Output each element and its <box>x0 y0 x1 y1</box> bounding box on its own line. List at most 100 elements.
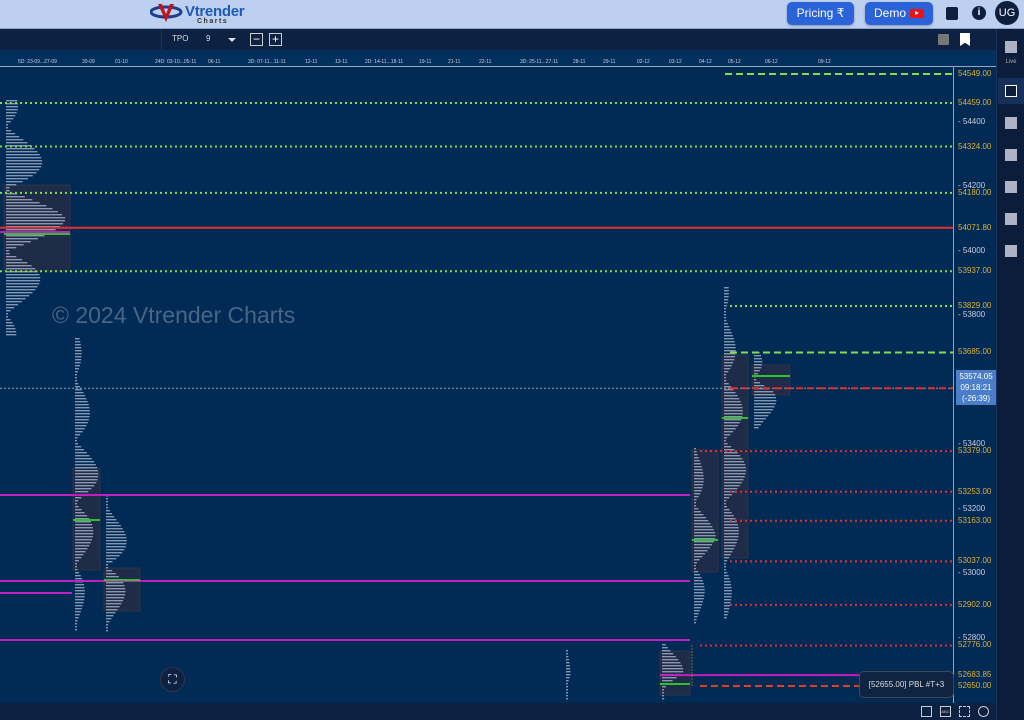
tpo-row <box>754 394 776 396</box>
tpo-row <box>106 609 118 611</box>
info-icon[interactable]: i <box>972 6 986 20</box>
tpo-row <box>75 521 91 523</box>
tpo-row <box>6 172 37 174</box>
tpo-row <box>6 256 17 258</box>
tpo-row <box>75 590 85 592</box>
tpo-row <box>694 460 700 462</box>
focus-icon[interactable]: ⛶ <box>160 667 185 692</box>
mode-value[interactable]: 9 <box>206 34 210 43</box>
tpo-row <box>694 535 716 537</box>
tpo-row <box>724 452 738 454</box>
tpo-row <box>75 578 83 580</box>
fullscreen-icon[interactable] <box>959 706 970 717</box>
logo-mark-icon <box>150 4 183 22</box>
date-label: 29-11 <box>603 59 616 65</box>
tpo-row <box>662 653 674 655</box>
tpo-row <box>6 316 8 318</box>
tpo-row <box>566 698 568 700</box>
chevron-down-icon[interactable] <box>228 38 236 42</box>
tpo-row <box>75 350 82 352</box>
grid-icon[interactable] <box>921 706 932 717</box>
tpo-row <box>694 613 699 615</box>
save-icon[interactable] <box>938 34 949 45</box>
tpo-row <box>662 698 665 700</box>
square-icon[interactable] <box>1005 85 1017 97</box>
notes-icon[interactable] <box>946 7 958 20</box>
tpo-row <box>75 383 79 385</box>
tpo-row <box>75 356 82 358</box>
tpo-row <box>694 454 698 456</box>
youtube-icon <box>910 9 924 19</box>
avatar[interactable]: UG <box>995 1 1019 25</box>
tpo-row <box>724 332 732 334</box>
zoom-in-button[interactable]: + <box>269 33 282 46</box>
tpo-row <box>694 622 696 624</box>
tpo-row <box>75 596 85 598</box>
tpo-row <box>724 464 746 466</box>
level-label: 54180.00 <box>958 187 992 197</box>
tpo-row <box>75 626 77 628</box>
bookmark-add-icon[interactable] <box>960 33 970 46</box>
tpo-row <box>724 596 732 598</box>
right-sidebar: Live <box>996 29 1024 720</box>
watermark: © 2024 Vtrender Charts <box>52 302 296 328</box>
tpo-row <box>694 601 703 603</box>
tpo-row <box>106 558 117 560</box>
level-label: 53937.00 <box>958 266 992 276</box>
tpo-row <box>566 665 570 667</box>
level-label: 54459.00 <box>958 98 992 107</box>
tpo-row <box>75 377 77 379</box>
tpo-row <box>566 689 568 691</box>
tpo-row <box>106 516 115 518</box>
document-icon[interactable] <box>1005 41 1017 53</box>
pricing-button[interactable]: Pricing ₹ <box>787 2 854 25</box>
tpo-row <box>106 525 121 527</box>
tpo-row <box>106 564 109 566</box>
tpo-row <box>106 570 113 572</box>
tpo-row <box>694 607 701 609</box>
abc-icon[interactable]: ABC <box>940 706 951 717</box>
tpo-row <box>75 542 91 544</box>
zoom-out-button[interactable]: − <box>250 33 263 46</box>
close-icon[interactable] <box>978 706 989 717</box>
tpo-row <box>694 562 697 564</box>
tpo-row <box>724 290 729 292</box>
tpo-row <box>75 353 82 355</box>
tpo-row <box>106 513 113 515</box>
tpo-row <box>724 539 738 541</box>
columns-icon[interactable] <box>1005 213 1017 225</box>
tpo-row <box>75 392 84 394</box>
tpo-row <box>6 319 11 321</box>
tpo-row <box>75 467 98 469</box>
tpo-row <box>724 455 741 457</box>
grid-icon[interactable] <box>1005 181 1017 193</box>
tpo-row <box>75 503 77 505</box>
tpo-chart[interactable] <box>0 67 953 703</box>
tpo-row <box>662 665 683 667</box>
tpo-row <box>724 383 729 385</box>
tpo-row <box>6 220 65 222</box>
tiles-icon[interactable] <box>1005 245 1017 257</box>
tpo-row <box>75 512 85 514</box>
tpo-row <box>694 451 697 453</box>
date-label: 09-12 <box>818 59 831 65</box>
tpo-row <box>694 469 703 471</box>
tpo-row <box>694 589 705 591</box>
tpo-row <box>724 311 726 313</box>
tpo-row <box>724 350 736 352</box>
logo[interactable]: Vtrender Charts <box>150 2 245 26</box>
tpo-row <box>694 565 696 567</box>
tpo-row <box>724 560 728 562</box>
level-label: 52902.00 <box>958 599 992 609</box>
tpo-row <box>724 617 727 619</box>
value-area-box <box>659 650 691 696</box>
tpo-row <box>6 178 28 180</box>
demo-button[interactable]: Demo <box>865 2 933 25</box>
date-label: 2D: 14-11...18-11 <box>365 59 404 65</box>
tpo-row <box>6 196 25 198</box>
lines-icon[interactable] <box>1005 149 1017 161</box>
tpo-row <box>724 491 735 493</box>
tpo-row <box>694 571 699 573</box>
level-label: 53253.00 <box>958 486 992 496</box>
bars-icon[interactable] <box>1005 117 1017 129</box>
